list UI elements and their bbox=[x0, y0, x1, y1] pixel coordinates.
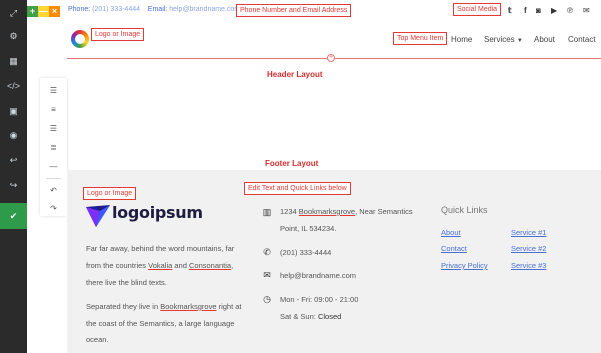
grid-icon[interactable]: ▦ bbox=[0, 50, 27, 72]
toolbar-divider bbox=[46, 178, 61, 179]
about-line-4: Separated they live in Bookmarksgrove ri… bbox=[86, 301, 242, 312]
hours-weekdays: Mon - Fri: 09:00 - 21:00 bbox=[280, 295, 359, 304]
hours-weekend: Sat & Sun: Closed bbox=[280, 311, 341, 322]
align-center-icon[interactable]: ≡ bbox=[40, 101, 67, 117]
header-layout-label: Header Layout bbox=[267, 70, 323, 79]
save-icon[interactable]: ✔ bbox=[0, 203, 27, 229]
image-icon[interactable]: ▣ bbox=[0, 100, 27, 122]
footer-logo-text[interactable]: logoipsum bbox=[112, 203, 203, 222]
facebook-icon[interactable]: f bbox=[524, 6, 527, 15]
about-term: Vokalia bbox=[148, 261, 173, 270]
youtube-icon[interactable]: ▶ bbox=[551, 6, 557, 15]
nav-services[interactable]: Services ▼ bbox=[484, 35, 523, 44]
logo-image[interactable] bbox=[71, 30, 89, 48]
horizontal-rule-icon[interactable]: — bbox=[40, 158, 67, 174]
about-line-1: Far far away, behind the word mountains,… bbox=[86, 244, 235, 253]
mail-icon[interactable]: ✉ bbox=[583, 6, 590, 15]
chevron-down-icon: ▼ bbox=[516, 38, 523, 44]
nav-contact[interactable]: Contact bbox=[568, 35, 596, 44]
add-section-icon[interactable]: + bbox=[327, 54, 335, 62]
about-line-5: the coast of the Semantics, a large lang… bbox=[86, 319, 235, 328]
address-line-1: 1234 Bookmarksgrove, Near Semantics bbox=[280, 206, 413, 217]
expand-icon[interactable]: ⤢ bbox=[0, 2, 27, 24]
align-justify-icon[interactable]: ≣ bbox=[40, 139, 67, 155]
pinterest-icon[interactable]: ℗ bbox=[567, 6, 573, 15]
about-text: and bbox=[172, 261, 189, 270]
quick-link-privacy[interactable]: Privacy Policy bbox=[441, 261, 488, 270]
phone-icon: ✆ bbox=[263, 247, 271, 257]
quick-link-contact[interactable]: Contact bbox=[441, 244, 467, 253]
gear-icon[interactable]: ⚙ bbox=[0, 25, 27, 47]
align-right-icon[interactable]: ☰ bbox=[40, 120, 67, 136]
site-footer: Logo or Image Edit Text and Quick Links … bbox=[67, 170, 601, 353]
annotation-footer-logo: Logo or Image bbox=[83, 187, 137, 200]
site-header: Logo or Image Top Menu Item Home Service… bbox=[27, 22, 601, 58]
add-button[interactable]: + bbox=[27, 6, 38, 17]
minimize-button[interactable]: — bbox=[38, 6, 49, 17]
address-text: , Near Semantics bbox=[355, 207, 413, 216]
instagram-icon[interactable]: ◙ bbox=[536, 6, 541, 15]
footer-phone[interactable]: (201) 333-4444 bbox=[280, 247, 331, 258]
footer-email[interactable]: help@brandname.com bbox=[280, 270, 356, 281]
mail-icon: ✉ bbox=[263, 270, 271, 280]
close-button[interactable]: × bbox=[49, 6, 60, 17]
map-icon: ▥ bbox=[262, 207, 272, 217]
about-line-6: ocean. bbox=[86, 335, 109, 344]
annotation-contact: Phone Number and Email Address bbox=[236, 4, 352, 17]
code-icon[interactable]: </> bbox=[0, 75, 27, 97]
about-text: from the countries bbox=[86, 261, 149, 270]
align-left-icon[interactable]: ☰ bbox=[40, 82, 67, 98]
twitter-icon[interactable]: 𝕥 bbox=[508, 6, 512, 15]
annotation-logo: Logo or Image bbox=[91, 28, 145, 41]
address-line-2: Point, IL 534234. bbox=[280, 224, 337, 233]
undo-icon[interactable]: ↶ bbox=[40, 182, 67, 198]
phone-label: Phone: bbox=[68, 6, 91, 13]
nav-home[interactable]: Home bbox=[451, 35, 472, 44]
quick-link-service-2[interactable]: Service #2 bbox=[511, 244, 546, 253]
quick-links-title: Quick Links bbox=[441, 205, 488, 215]
about-term: Consonantia bbox=[188, 261, 232, 270]
redo-icon[interactable]: ↪ bbox=[0, 174, 27, 196]
about-text: , bbox=[231, 261, 234, 270]
about-text: Separated they live in bbox=[86, 302, 161, 311]
hours-closed: Closed bbox=[317, 312, 342, 321]
quick-link-about[interactable]: About bbox=[441, 228, 461, 237]
quick-link-service-1[interactable]: Service #1 bbox=[511, 228, 546, 237]
hours-label: Sat & Sun: bbox=[280, 312, 318, 321]
clock-icon: ◷ bbox=[263, 294, 271, 304]
phone-value[interactable]: (201) 333-4444 bbox=[92, 6, 140, 13]
annotation-social: Social Media bbox=[453, 3, 502, 16]
about-line-3: there live the blind texts. bbox=[86, 278, 167, 287]
footer-layout-label: Footer Layout bbox=[265, 159, 319, 168]
nav-services-label: Services bbox=[484, 35, 515, 44]
undo-icon[interactable]: ↩ bbox=[0, 149, 27, 171]
eye-icon[interactable]: ◉ bbox=[0, 124, 27, 146]
email-label: Email: bbox=[147, 6, 168, 13]
annotation-menu: Top Menu Item bbox=[393, 32, 448, 45]
logo-mark-icon[interactable] bbox=[86, 205, 110, 227]
address-text: 1234 bbox=[280, 207, 299, 216]
format-toolbar: ☰ ≡ ☰ ≣ — ↶ ↷ bbox=[40, 78, 67, 216]
quick-link-service-3[interactable]: Service #3 bbox=[511, 261, 546, 270]
address-term: Bookmarksgrove bbox=[298, 207, 356, 216]
email-value[interactable]: help@brandname.com bbox=[169, 6, 240, 13]
nav-about[interactable]: About bbox=[534, 35, 555, 44]
about-text: right at bbox=[216, 302, 242, 311]
redo-icon[interactable]: ↷ bbox=[40, 200, 67, 216]
contact-info: Phone: (201) 333-4444 Email: help@brandn… bbox=[68, 6, 240, 13]
about-term: Bookmarksgrove bbox=[160, 302, 217, 311]
top-bar: + — × Phone: (201) 333-4444 Email: help@… bbox=[27, 0, 601, 22]
about-line-2: from the countries Vokalia and Consonant… bbox=[86, 260, 233, 271]
editor-sidebar: ⤢ ⚙ ▦ </> ▣ ◉ ↩ ↪ ✔ bbox=[0, 0, 27, 353]
annotation-edit: Edit Text and Quick Links below bbox=[244, 182, 351, 195]
